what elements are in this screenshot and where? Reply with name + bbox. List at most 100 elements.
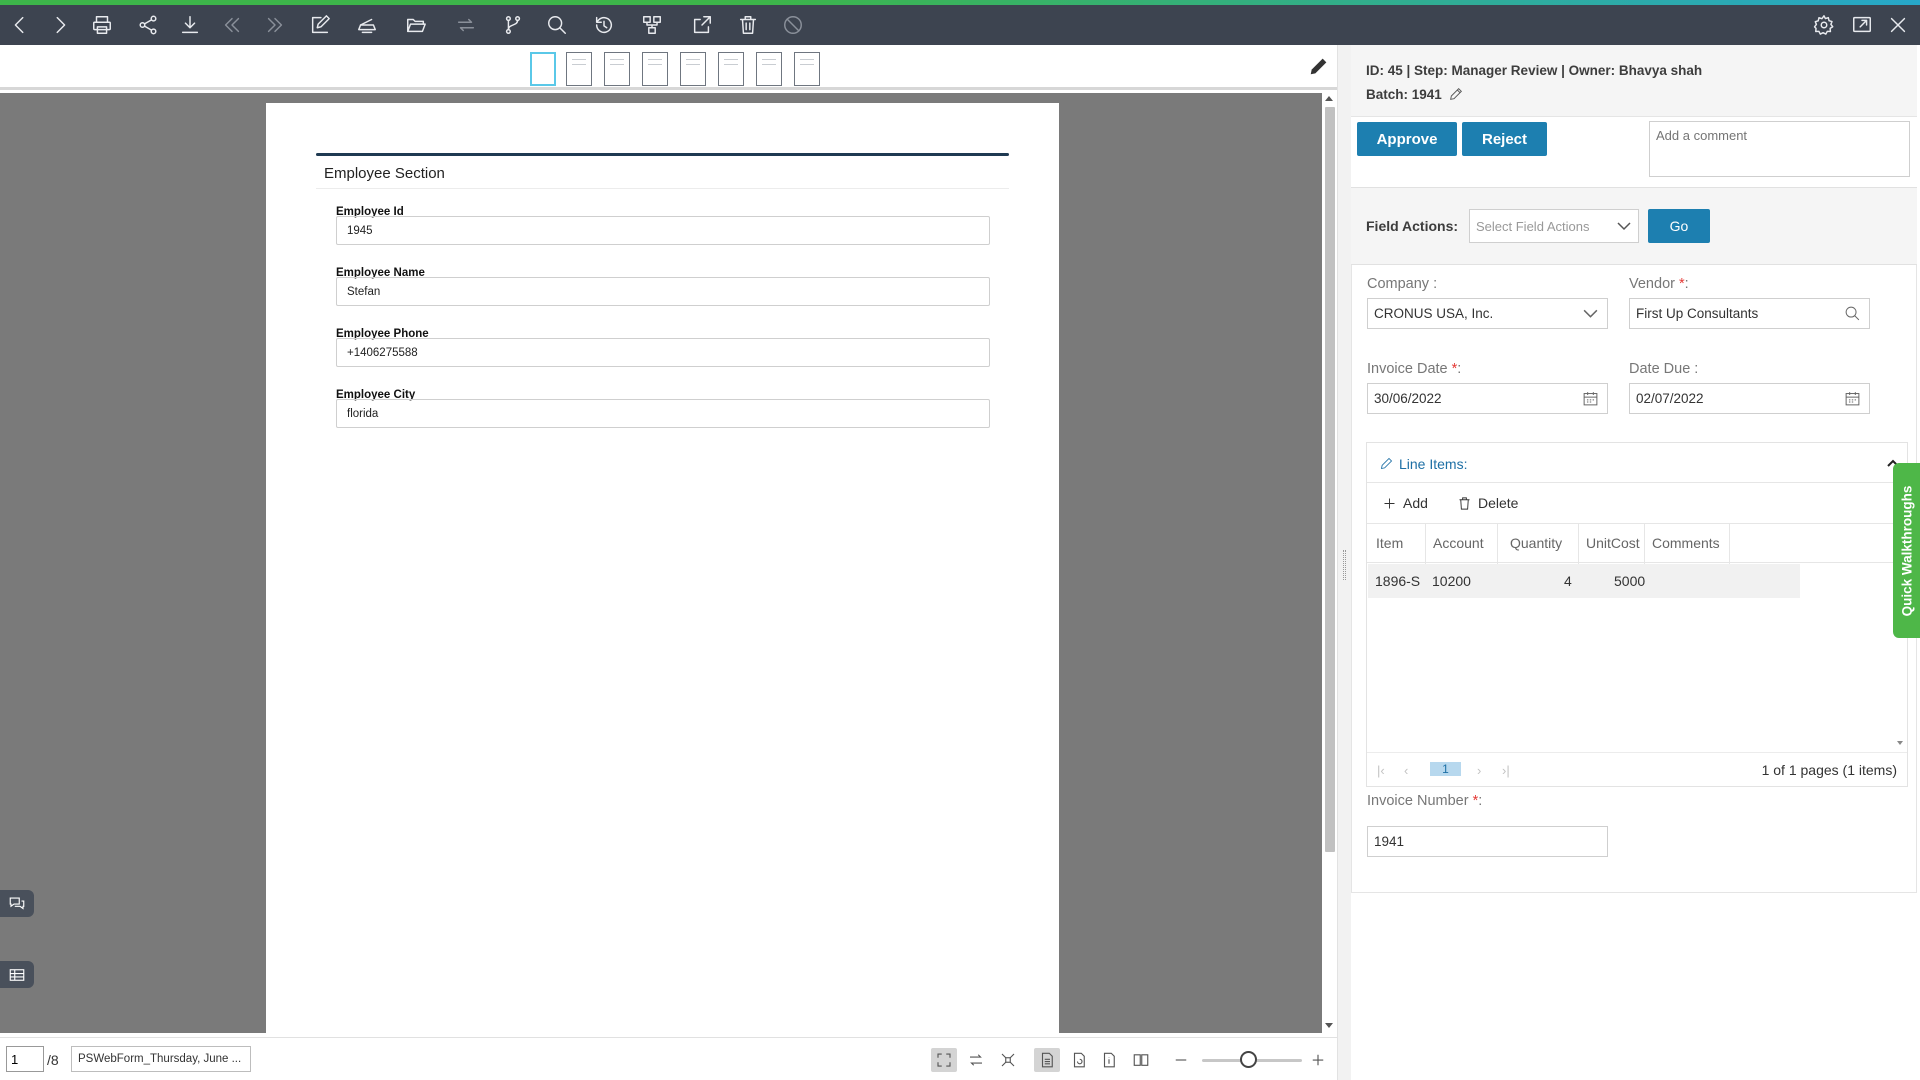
gear-icon[interactable] <box>1810 12 1838 38</box>
employee-name-field[interactable]: Stefan <box>336 277 990 306</box>
comment-input[interactable] <box>1649 121 1910 177</box>
share-icon[interactable] <box>134 12 162 38</box>
line-items-grid-header: Item Account Quantity UnitCost Comments <box>1367 523 1907 564</box>
next-page-icon[interactable]: › <box>1477 763 1481 778</box>
reject-button[interactable]: Reject <box>1462 122 1547 156</box>
document-name-box[interactable]: PSWebForm_Thursday, June ... <box>71 1046 251 1072</box>
field-actions-select[interactable]: Select Field Actions <box>1469 209 1639 243</box>
column-header[interactable]: Comments <box>1652 535 1720 551</box>
page-info-icon[interactable] <box>1096 1048 1122 1072</box>
delete-line-button[interactable]: Delete <box>1457 495 1518 511</box>
two-page-icon[interactable] <box>1128 1048 1154 1072</box>
page-thumbnail[interactable] <box>566 52 592 86</box>
block-icon[interactable] <box>779 12 807 38</box>
scan-icon[interactable] <box>353 12 381 38</box>
search-icon[interactable] <box>1844 305 1861 325</box>
download-icon[interactable] <box>176 12 204 38</box>
page-thumbnail[interactable] <box>680 52 706 86</box>
calendar-icon[interactable] <box>1844 390 1861 410</box>
label-colon: : <box>1478 793 1483 809</box>
last-page-icon[interactable]: ›| <box>1502 763 1510 778</box>
single-page-icon[interactable] <box>1034 1048 1060 1072</box>
grid-scroll-down-arrow[interactable] <box>1897 741 1903 745</box>
column-header[interactable]: Account <box>1433 535 1484 551</box>
cell-quantity[interactable]: 4 <box>1564 573 1572 589</box>
page-thumbnail[interactable] <box>530 52 556 86</box>
page-thumbnail[interactable] <box>604 52 630 86</box>
close-icon[interactable] <box>1884 12 1912 38</box>
annotate-pencil-icon[interactable] <box>1308 55 1332 79</box>
back-icon[interactable] <box>6 12 34 38</box>
splitter-grip[interactable] <box>1343 550 1346 580</box>
workflow-icon[interactable] <box>638 12 666 38</box>
vendor-label: Vendor <box>1629 276 1675 292</box>
invoice-date-value: 30/06/2022 <box>1374 391 1442 406</box>
quick-walkthroughs-tab[interactable]: Quick Walkthroughs <box>1893 463 1920 638</box>
calendar-icon[interactable] <box>1582 390 1599 410</box>
last-icon[interactable] <box>261 12 289 38</box>
prev-page-icon[interactable]: ‹ <box>1404 763 1408 778</box>
batch-line: Batch: 1941 <box>1366 86 1464 105</box>
export-icon[interactable] <box>688 12 716 38</box>
employee-city-field[interactable]: florida <box>336 399 990 428</box>
company-select[interactable]: CRONUS USA, Inc. <box>1367 298 1608 329</box>
column-header[interactable]: Quantity <box>1510 535 1562 551</box>
fit-width-icon[interactable] <box>995 1048 1021 1072</box>
history-icon[interactable] <box>590 12 618 38</box>
document-scrollbar[interactable] <box>1322 93 1337 1033</box>
first-page-icon[interactable]: |‹ <box>1377 763 1385 778</box>
first-icon[interactable] <box>218 12 246 38</box>
company-value: CRONUS USA, Inc. <box>1374 306 1494 321</box>
chevron-down-icon <box>1616 220 1631 234</box>
vendor-lookup[interactable]: First Up Consultants <box>1629 298 1870 329</box>
page-number-input[interactable] <box>6 1046 44 1072</box>
page-thumbnail[interactable] <box>642 52 668 86</box>
branch-icon[interactable] <box>499 12 527 38</box>
swap-icon[interactable] <box>963 1048 989 1072</box>
maximize-icon[interactable] <box>1848 12 1876 38</box>
pager-page-number[interactable]: 1 <box>1430 762 1461 776</box>
invoice-date-label-wrap: Invoice Date *: <box>1367 361 1461 377</box>
column-header[interactable]: Item <box>1376 535 1403 551</box>
date-due-input[interactable]: 02/07/2022 <box>1629 383 1870 414</box>
page-thumbnail[interactable] <box>794 52 820 86</box>
scroll-up-arrow[interactable] <box>1325 96 1333 101</box>
edit-icon[interactable] <box>306 12 334 38</box>
employee-phone-field[interactable]: +1406275588 <box>336 338 990 367</box>
cell-unitcost[interactable]: 5000 <box>1614 573 1645 589</box>
edit-batch-icon[interactable] <box>1448 86 1464 105</box>
forward-icon[interactable] <box>46 12 74 38</box>
cell-item[interactable]: 1896-S <box>1375 573 1420 589</box>
column-header[interactable]: UnitCost <box>1586 535 1640 551</box>
zoom-in-icon[interactable] <box>1305 1048 1331 1072</box>
line-items-panel: Line Items: Add Delete Item Account Quan… <box>1366 442 1908 787</box>
page-thumbnail[interactable] <box>756 52 782 86</box>
task-summary: ID: 45 | Step: Manager Review | Owner: B… <box>1366 63 1703 78</box>
cell-account[interactable]: 10200 <box>1432 573 1471 589</box>
route-icon[interactable] <box>452 12 480 38</box>
employee-id-field[interactable]: 1945 <box>336 216 990 245</box>
invoice-date-input[interactable]: 30/06/2022 <box>1367 383 1608 414</box>
company-label: Company : <box>1367 276 1438 292</box>
scrollbar-thumb[interactable] <box>1325 107 1335 852</box>
zoom-slider-knob[interactable] <box>1240 1051 1257 1068</box>
panel-splitter[interactable] <box>1337 45 1351 1080</box>
print-icon[interactable] <box>88 12 116 38</box>
page-thumbnail[interactable] <box>718 52 744 86</box>
scroll-down-arrow[interactable] <box>1325 1023 1333 1028</box>
delete-icon[interactable] <box>734 12 762 38</box>
date-due-value: 02/07/2022 <box>1636 391 1704 406</box>
open-folder-icon[interactable] <box>402 12 430 38</box>
zoom-out-icon[interactable] <box>1168 1048 1194 1072</box>
approve-button[interactable]: Approve <box>1357 122 1457 156</box>
add-line-button[interactable]: Add <box>1382 495 1428 511</box>
go-button[interactable]: Go <box>1648 209 1710 243</box>
rotate-page-icon[interactable] <box>1066 1048 1092 1072</box>
column-divider <box>1425 524 1426 564</box>
comments-tab[interactable] <box>0 890 34 917</box>
invoice-number-input[interactable]: 1941 <box>1367 826 1608 857</box>
table-row[interactable]: 1896-S 10200 4 5000 <box>1368 564 1800 598</box>
fit-page-icon[interactable] <box>931 1048 957 1072</box>
table-tab[interactable] <box>0 961 34 988</box>
search-icon[interactable] <box>543 12 571 38</box>
